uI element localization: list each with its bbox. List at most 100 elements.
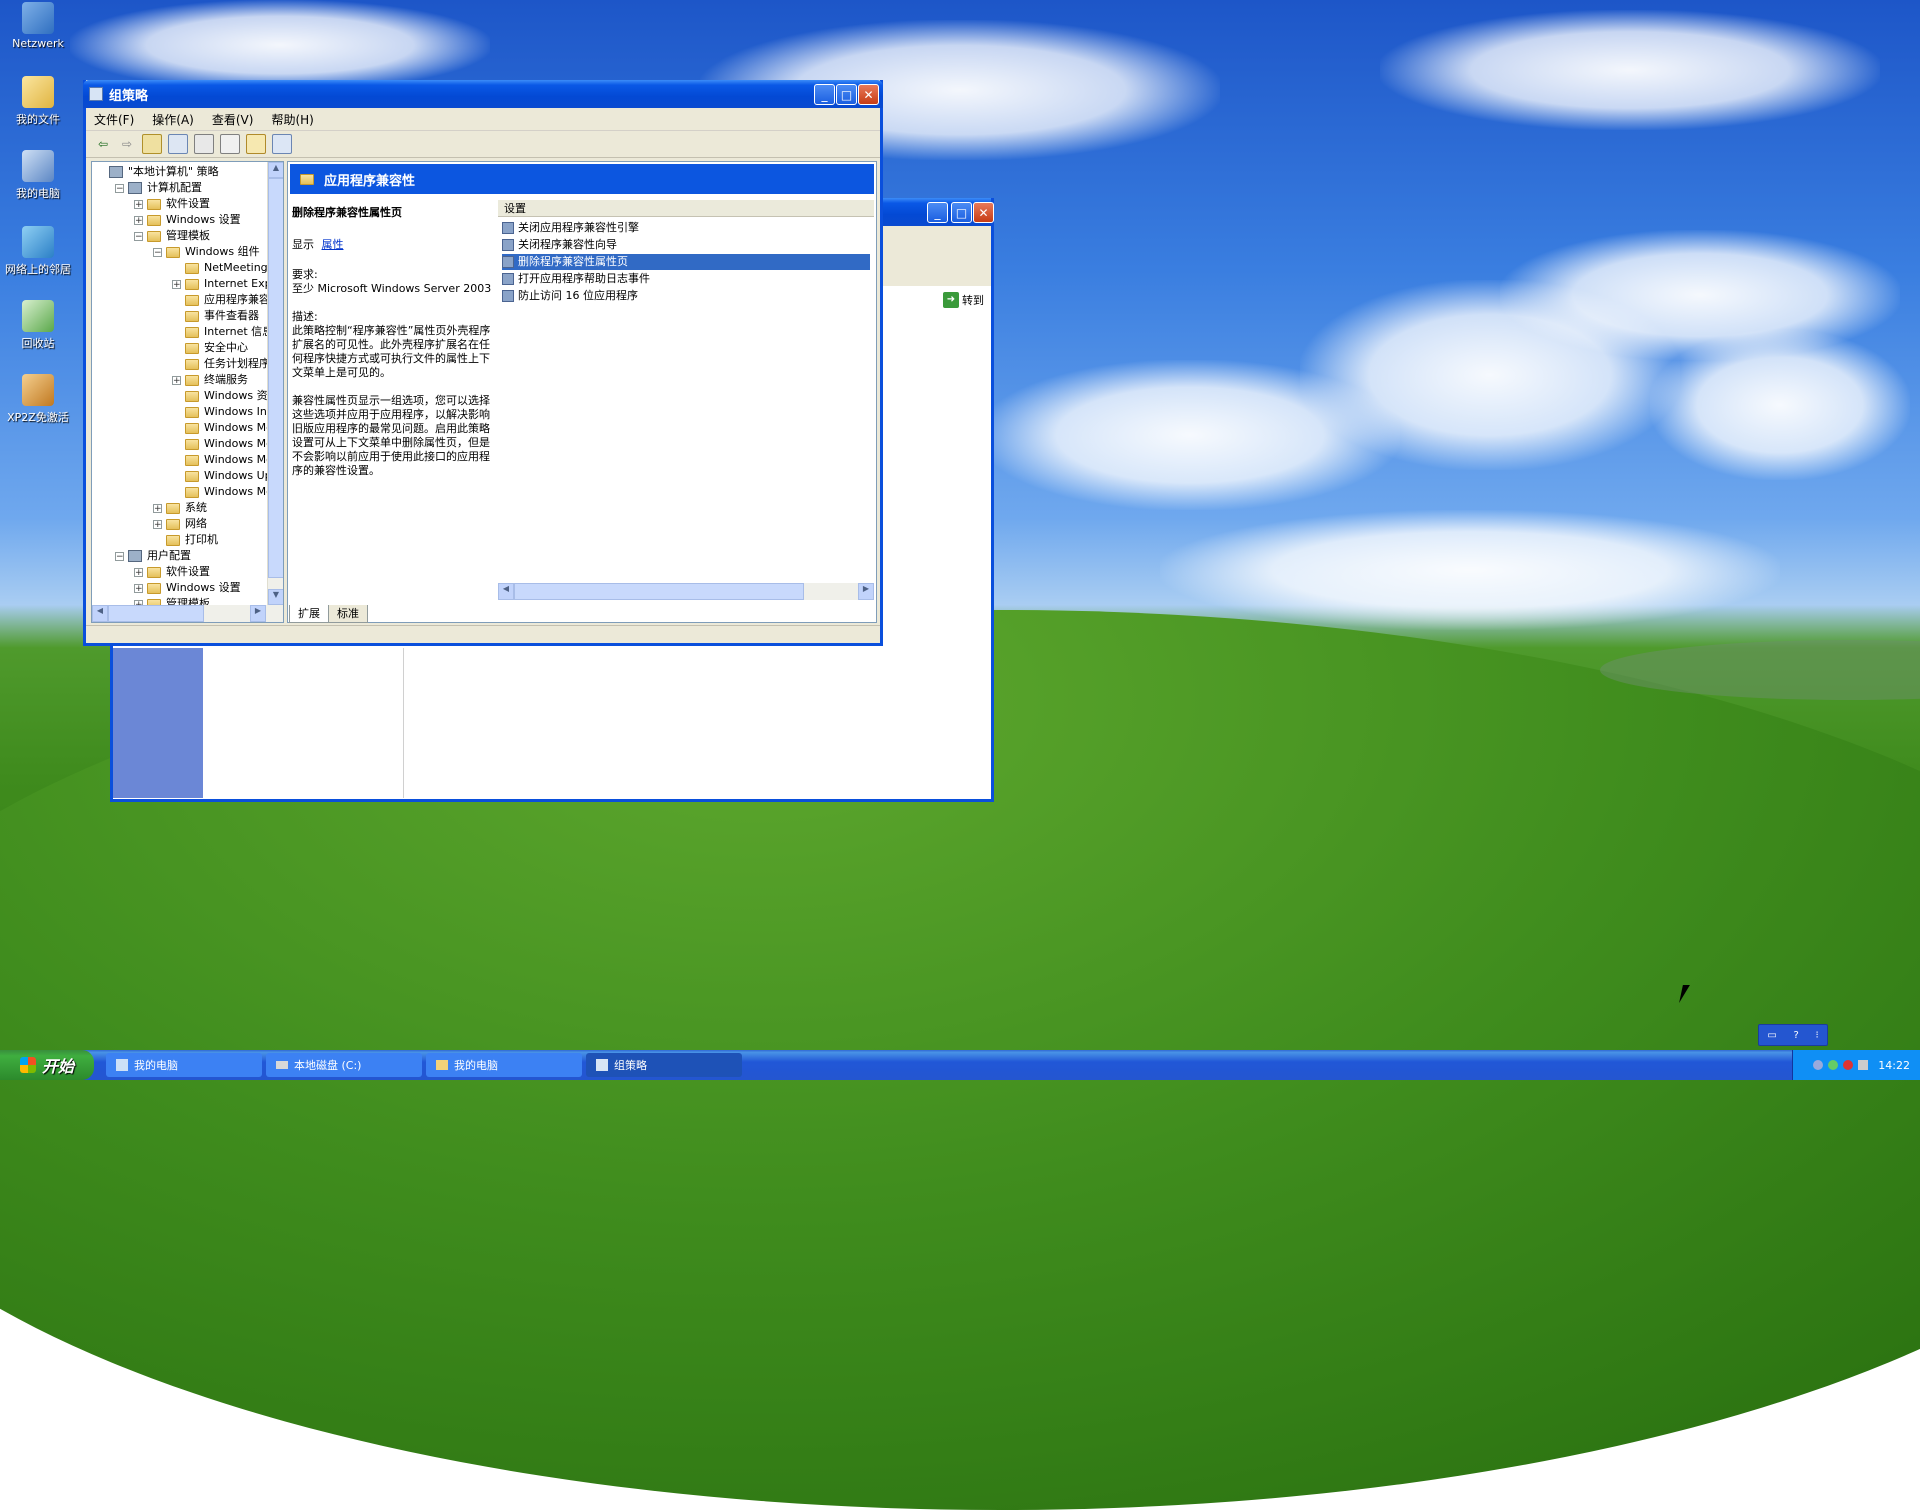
expand-icon[interactable]: + bbox=[153, 519, 162, 529]
close-button[interactable]: ✕ bbox=[973, 202, 994, 223]
group-policy-window[interactable]: 组策略 _ □ ✕ 文件(F) 操作(A) 查看(V) 帮助(H) ⇦ ⇨ "本… bbox=[83, 80, 883, 646]
tree-node[interactable]: 打印机 bbox=[153, 532, 218, 548]
tree-vertical-scrollbar[interactable]: ▲ ▼ bbox=[267, 162, 283, 605]
properties-icon[interactable] bbox=[194, 134, 214, 154]
tree-node[interactable]: + 软件设置 bbox=[134, 564, 210, 580]
tree-node[interactable]: − 用户配置 bbox=[115, 548, 191, 564]
scroll-up-button[interactable]: ▲ bbox=[268, 162, 283, 178]
scroll-thumb[interactable] bbox=[514, 583, 804, 600]
desktop-icon-network[interactable]: Netzwerk bbox=[4, 2, 72, 50]
taskbar-item-my-computer[interactable]: 我的电脑 bbox=[106, 1053, 262, 1077]
tab-extended[interactable]: 扩展 bbox=[289, 605, 329, 623]
expand-icon[interactable]: + bbox=[134, 215, 143, 225]
setting-row[interactable]: 关闭程序兼容性向导 bbox=[502, 237, 870, 253]
setting-row[interactable]: 删除程序兼容性属性页 bbox=[502, 254, 870, 270]
scroll-down-button[interactable]: ▼ bbox=[268, 589, 283, 605]
settings-list[interactable]: 设置 关闭应用程序兼容性引擎 关闭程序兼容性向导 删除程序兼容性属性页 打开应用程序帮… bbox=[498, 200, 874, 600]
minimize-button[interactable]: _ bbox=[927, 202, 948, 223]
tree-node[interactable]: NetMeeting bbox=[172, 260, 268, 276]
group-policy-titlebar[interactable]: 组策略 bbox=[83, 80, 883, 108]
desktop-icon-my-documents[interactable]: 我的文件 bbox=[4, 76, 72, 127]
tree-horizontal-scrollbar[interactable]: ◀ ▶ bbox=[92, 605, 283, 622]
scroll-right-button[interactable]: ▶ bbox=[858, 583, 874, 600]
options-icon[interactable]: ⁝ bbox=[1815, 1030, 1818, 1041]
collapse-icon[interactable]: − bbox=[134, 231, 143, 241]
security-alert-icon[interactable] bbox=[1843, 1060, 1854, 1070]
scroll-thumb[interactable] bbox=[268, 178, 283, 578]
tree-node[interactable]: 安全中心 bbox=[172, 340, 248, 356]
up-folder-icon[interactable] bbox=[142, 134, 162, 154]
setting-row[interactable]: 防止访问 16 位应用程序 bbox=[502, 288, 870, 304]
taskbar-item-group-policy[interactable]: 组策略 bbox=[586, 1053, 742, 1077]
scroll-left-button[interactable]: ◀ bbox=[498, 583, 514, 600]
expand-icon[interactable]: + bbox=[134, 567, 143, 577]
taskbar-item-my-computer-2[interactable]: 我的电脑 bbox=[426, 1053, 582, 1077]
start-button[interactable]: 开始 bbox=[0, 1050, 94, 1080]
tree-node[interactable]: Internet 信息 bbox=[172, 324, 273, 340]
help-icon[interactable]: ? bbox=[1793, 1030, 1798, 1041]
tray-icon[interactable] bbox=[1813, 1060, 1824, 1070]
expand-icon[interactable]: + bbox=[172, 375, 181, 385]
scroll-thumb[interactable] bbox=[108, 605, 204, 622]
forward-icon[interactable]: ⇨ bbox=[118, 135, 136, 153]
menu-view[interactable]: 查看(V) bbox=[212, 111, 254, 128]
keyboard-icon[interactable]: ▭ bbox=[1767, 1030, 1776, 1041]
tree-node[interactable]: − 计算机配置 bbox=[115, 180, 202, 196]
desktop-icon-my-computer[interactable]: 我的电脑 bbox=[4, 150, 72, 201]
tree-node[interactable]: + 网络 bbox=[153, 516, 207, 532]
tray-icon[interactable] bbox=[1828, 1060, 1839, 1070]
menu-help[interactable]: 帮助(H) bbox=[271, 111, 313, 128]
tree-node[interactable]: "本地计算机" 策略 bbox=[96, 164, 219, 180]
collapse-icon[interactable]: − bbox=[153, 247, 162, 257]
collapse-icon[interactable]: − bbox=[115, 551, 124, 561]
tree-node[interactable]: Windows Inst bbox=[172, 404, 277, 420]
expand-icon[interactable]: + bbox=[172, 279, 181, 289]
desktop-icon-network-places[interactable]: 网络上的邻居 bbox=[4, 226, 72, 277]
collapse-icon[interactable]: − bbox=[115, 183, 124, 193]
expand-icon[interactable]: + bbox=[153, 503, 162, 513]
expand-icon[interactable]: + bbox=[134, 583, 143, 593]
help-icon[interactable] bbox=[246, 134, 266, 154]
tree-node[interactable]: + Windows 设置 bbox=[134, 580, 241, 596]
folder-icon bbox=[185, 438, 199, 450]
taskbar-item-local-disk[interactable]: 本地磁盘 (C:) bbox=[266, 1053, 422, 1077]
close-button[interactable]: ✕ bbox=[858, 84, 879, 105]
volume-icon[interactable] bbox=[1858, 1060, 1869, 1070]
maximize-button[interactable]: □ bbox=[951, 202, 972, 223]
go-button[interactable]: ➜ 转到 bbox=[943, 290, 991, 310]
menu-action[interactable]: 操作(A) bbox=[152, 111, 194, 128]
tree-node[interactable]: − Windows 组件 bbox=[153, 244, 260, 260]
menu-file[interactable]: 文件(F) bbox=[94, 111, 134, 128]
tree-pane[interactable]: "本地计算机" 策略 − 计算机配置 + 软件设置 + Windows 设置 − 管理模板 − Wi… bbox=[91, 161, 284, 623]
show-console-icon[interactable] bbox=[272, 134, 292, 154]
taskbar-item-label: 我的电脑 bbox=[454, 1059, 498, 1072]
desktop-icon-tool[interactable]: XP2Z免激活 bbox=[4, 374, 72, 425]
tree-node[interactable]: + 软件设置 bbox=[134, 196, 210, 212]
list-horizontal-scrollbar[interactable]: ◀ ▶ bbox=[498, 583, 874, 600]
tree-node[interactable]: Windows Movi bbox=[172, 452, 282, 468]
tree-node[interactable]: 事件查看器 bbox=[172, 308, 259, 324]
tab-standard[interactable]: 标准 bbox=[329, 605, 368, 623]
tree-node[interactable]: 应用程序兼容 bbox=[172, 292, 270, 308]
tree-node[interactable]: + Internet Exp bbox=[172, 276, 272, 292]
setting-row[interactable]: 打开应用程序帮助日志事件 bbox=[502, 271, 870, 287]
properties-link[interactable]: 属性 bbox=[322, 238, 344, 251]
show-hide-tree-icon[interactable] bbox=[168, 134, 188, 154]
tree-node[interactable]: + 终端服务 bbox=[172, 372, 248, 388]
back-icon[interactable]: ⇦ bbox=[94, 135, 112, 153]
scroll-right-button[interactable]: ▶ bbox=[250, 605, 266, 622]
tree-node[interactable]: 任务计划程序 bbox=[172, 356, 270, 372]
export-list-icon[interactable] bbox=[220, 134, 240, 154]
language-bar[interactable]: ▭ ? ⁝ bbox=[1758, 1024, 1828, 1046]
tree-node[interactable]: − 管理模板 bbox=[134, 228, 210, 244]
expand-icon[interactable]: + bbox=[134, 199, 143, 209]
scroll-left-button[interactable]: ◀ bbox=[92, 605, 108, 622]
tree-node[interactable]: + Windows 设置 bbox=[134, 212, 241, 228]
desktop-icon-recycle-bin[interactable]: 回收站 bbox=[4, 300, 72, 351]
list-column-header[interactable]: 设置 bbox=[498, 200, 874, 217]
setting-row[interactable]: 关闭应用程序兼容性引擎 bbox=[502, 220, 870, 236]
tree-node[interactable]: + 系统 bbox=[153, 500, 207, 516]
maximize-button[interactable]: □ bbox=[836, 84, 857, 105]
minimize-button[interactable]: _ bbox=[814, 84, 835, 105]
tree-node[interactable]: Windows 资源 bbox=[172, 388, 279, 404]
